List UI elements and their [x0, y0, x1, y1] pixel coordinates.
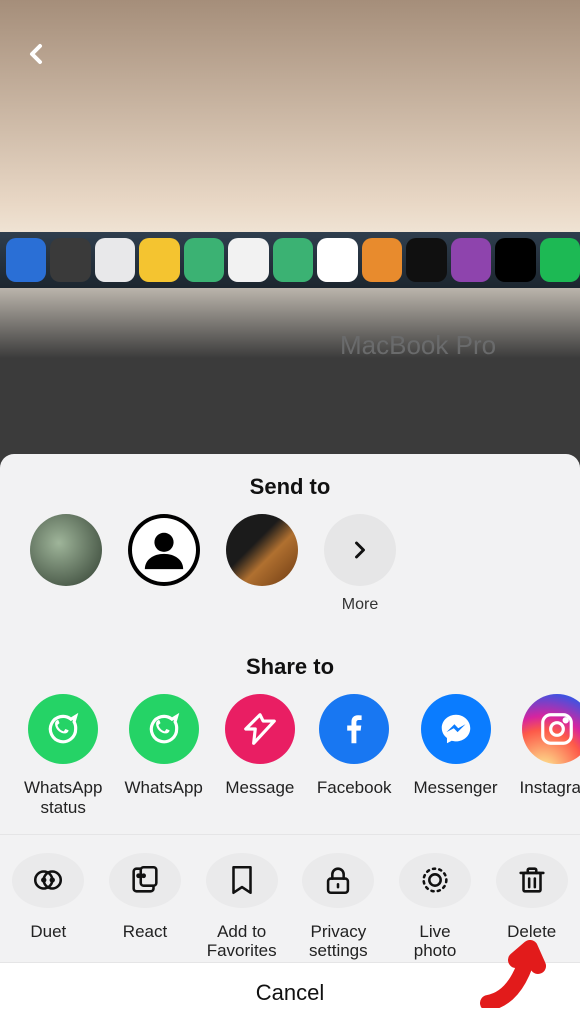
chevron-left-icon: [20, 38, 52, 70]
chevron-right-icon: [346, 536, 374, 564]
action-label: React: [123, 922, 167, 962]
action-trash[interactable]: Delete: [493, 853, 570, 962]
action-label: Privacy settings: [300, 922, 377, 962]
share-to-row: WhatsApp status WhatsApp Message Facebook Me…: [0, 694, 580, 818]
cancel-button[interactable]: Cancel: [0, 962, 580, 1024]
action-bookmark[interactable]: Add to Favorites: [203, 853, 280, 962]
contact-item[interactable]: [226, 514, 298, 632]
actions-row: Duet React Add to Favorites Privacy setting…: [0, 834, 580, 962]
contact-item[interactable]: [30, 514, 102, 632]
device-label: MacBook Pro: [340, 330, 496, 361]
dock-app-icon: [362, 238, 402, 282]
lock-icon: [302, 853, 374, 908]
person-icon: [141, 527, 187, 573]
share-target-whatsapp[interactable]: WhatsApp status: [24, 694, 102, 818]
facebook-icon: [319, 694, 389, 764]
dock-app-icon: [228, 238, 268, 282]
cancel-label: Cancel: [256, 980, 324, 1006]
contact-item[interactable]: [128, 514, 200, 632]
share-label: WhatsApp status: [24, 778, 102, 818]
dock-app-icon: [184, 238, 224, 282]
share-target-whatsapp[interactable]: WhatsApp: [124, 694, 202, 818]
share-sheet: Send to: [0, 454, 580, 1024]
share-label: Facebook: [317, 778, 392, 818]
instagram-icon: [522, 694, 580, 764]
macos-dock: [0, 232, 580, 288]
action-lock[interactable]: Privacy settings: [300, 853, 377, 962]
whatsapp-icon: [28, 694, 98, 764]
dock-app-icon: [451, 238, 491, 282]
action-label: Delete: [507, 922, 556, 962]
share-to-title: Share to: [0, 654, 580, 680]
dock-app-icon: [540, 238, 580, 282]
share-target-messenger[interactable]: Messenger: [414, 694, 498, 818]
messenger-icon: [421, 694, 491, 764]
action-livephoto[interactable]: Live photo: [397, 853, 474, 962]
more-icon-circle: [324, 514, 396, 586]
dock-app-icon: [406, 238, 446, 282]
duet-icon: [12, 853, 84, 908]
more-contacts[interactable]: More: [324, 514, 396, 632]
share-target-instagram[interactable]: Instagram: [520, 694, 580, 818]
avatar: [128, 514, 200, 586]
react-icon: [109, 853, 181, 908]
share-label: Message: [225, 778, 294, 818]
trash-icon: [496, 853, 568, 908]
send-to-title: Send to: [0, 474, 580, 500]
share-target-facebook[interactable]: Facebook: [317, 694, 392, 818]
share-label: Messenger: [414, 778, 498, 818]
send-icon: [225, 694, 295, 764]
dock-app-icon: [495, 238, 535, 282]
livephoto-icon: [399, 853, 471, 908]
bookmark-icon: [206, 853, 278, 908]
share-label: WhatsApp: [124, 778, 202, 818]
back-button[interactable]: [20, 38, 52, 75]
dock-app-icon: [95, 238, 135, 282]
action-label: Live photo: [397, 922, 474, 962]
avatar: [30, 514, 102, 586]
more-label: More: [342, 596, 378, 632]
whatsapp-icon: [129, 694, 199, 764]
action-label: Duet: [30, 922, 66, 962]
share-label: Instagram: [520, 778, 580, 818]
dock-app-icon: [50, 238, 90, 282]
action-duet[interactable]: Duet: [10, 853, 87, 962]
action-react[interactable]: React: [107, 853, 184, 962]
dock-app-icon: [273, 238, 313, 282]
dock-app-icon: [139, 238, 179, 282]
share-target-send[interactable]: Message: [225, 694, 295, 818]
dock-app-icon: [6, 238, 46, 282]
send-to-row: More: [0, 514, 580, 632]
action-label: Add to Favorites: [203, 922, 280, 962]
dock-app-icon: [317, 238, 357, 282]
avatar: [226, 514, 298, 586]
